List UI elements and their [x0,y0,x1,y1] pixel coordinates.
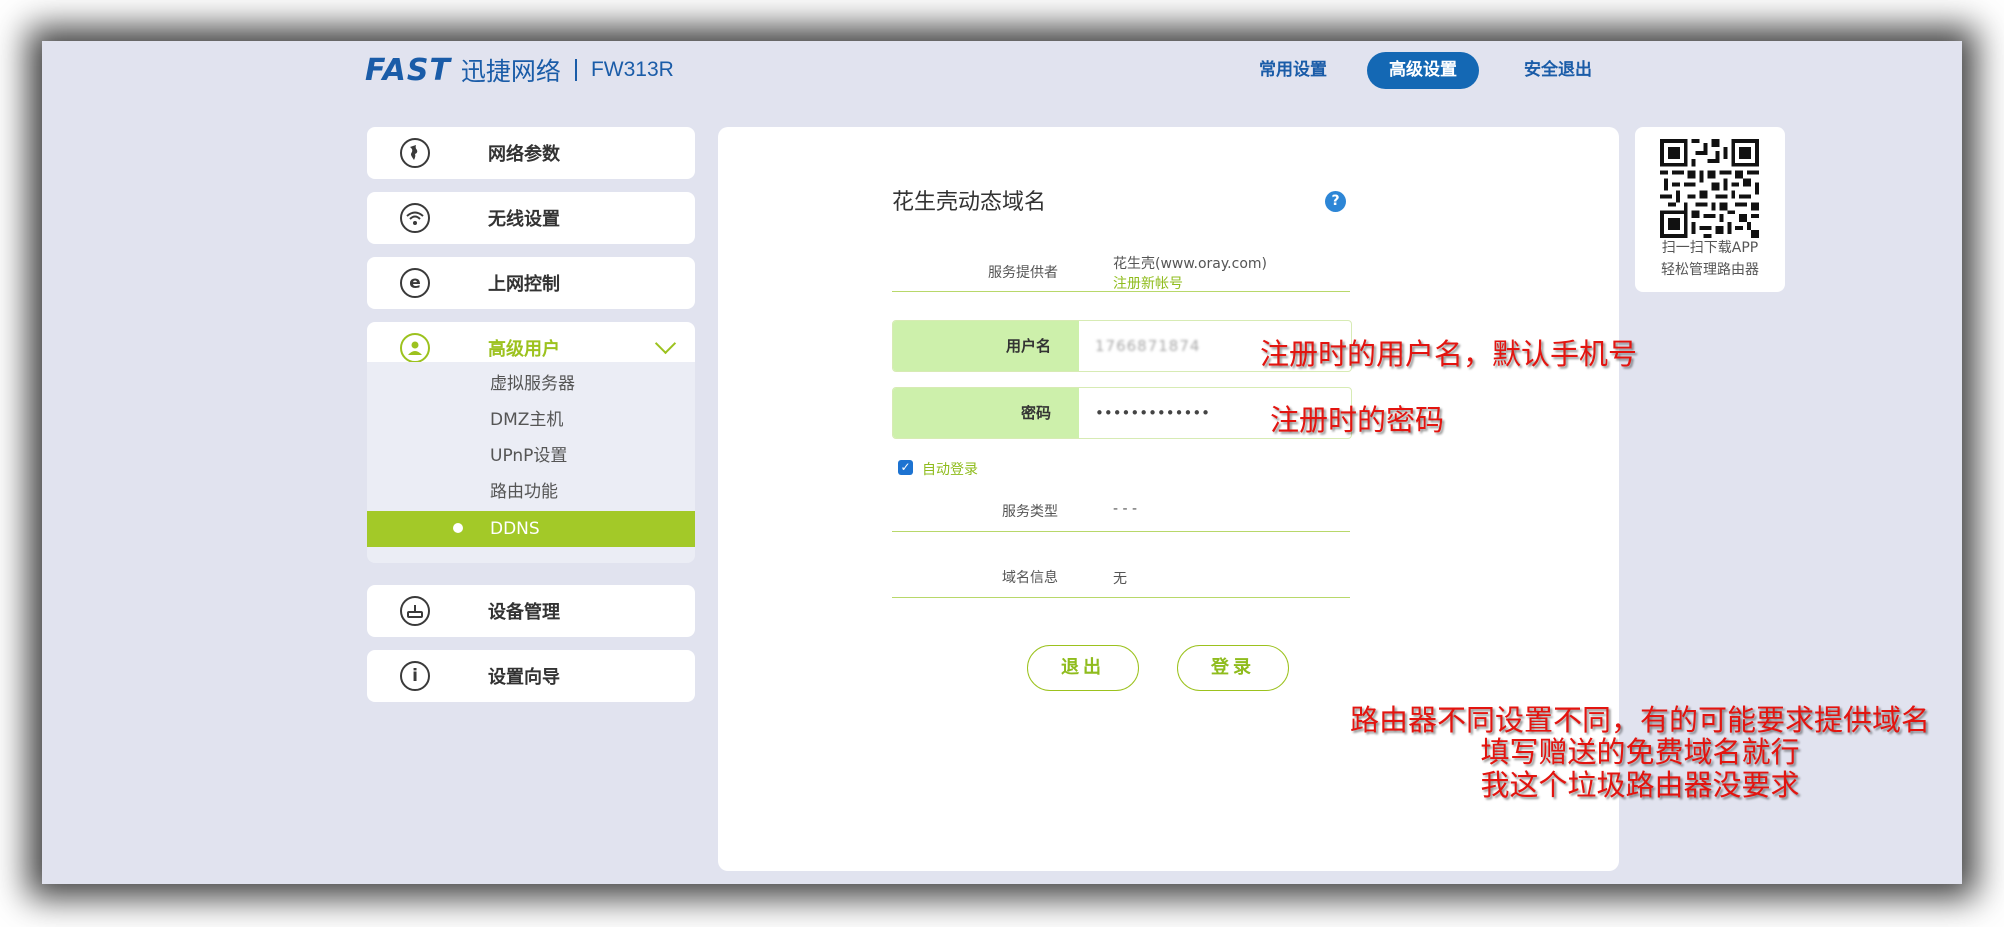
sidebar-item-label: 设备管理 [488,602,560,623]
sidebar-item-label: 高级用户 [488,339,560,360]
fast-logo: FAST 迅捷网络 FW313R [365,52,674,88]
divider [892,531,1350,532]
model-name: FW313R [590,58,674,81]
username-input[interactable]: 1766871874 [1095,321,1200,371]
auto-login-checkbox[interactable]: ✓ [898,460,913,475]
nav-common-settings[interactable]: 常用设置 [1237,52,1349,89]
sidebar-submenu: 虚拟服务器 DMZ主机 UPnP设置 路由功能 DDNS [367,362,695,563]
logo-cn: 迅捷网络 [460,57,561,86]
divider [892,597,1350,598]
sidebar-subitem-upnp[interactable]: UPnP设置 [367,439,695,473]
service-type-label: 服务类型 [1002,504,1058,520]
nav-advanced-settings[interactable]: 高级设置 [1367,52,1479,89]
router-admin-window: FAST 迅捷网络 FW313R 常用设置 高级设置 安全退出 网络参数 无线设… [42,41,1962,884]
qr-caption-line1: 扫一扫下载APP [1661,240,1759,256]
sidebar-item-label: 上网控制 [488,274,560,295]
info-icon: i [400,661,430,691]
page-title: 花生壳动态域名 [892,190,1047,215]
domain-info-label: 域名信息 [1002,570,1058,586]
sidebar-item-network[interactable]: 网络参数 [367,127,695,179]
wifi-icon [400,203,430,233]
sidebar-subitem-dmz[interactable]: DMZ主机 [367,403,695,437]
browser-e-icon: e [400,268,430,298]
qr-code-icon [1660,139,1759,238]
help-icon[interactable]: ? [1325,191,1346,212]
divider [892,291,1350,292]
active-dot-icon [453,523,463,533]
annotation-username: 注册时的用户名，默认手机号 [1260,337,1638,371]
logo-brand: FAST [365,52,451,88]
provider-value: 花生壳(www.oray.com) [1113,256,1267,272]
sidebar-item-label: 无线设置 [488,209,560,230]
sidebar-item-label: 网络参数 [488,144,560,165]
router-icon [400,596,430,626]
logout-button[interactable]: 退出 [1027,645,1139,691]
sidebar-subitem-virtual-server[interactable]: 虚拟服务器 [367,367,695,401]
service-type-value: - - - [1113,501,1138,517]
sidebar-item-label: 设置向导 [488,667,560,688]
password-label: 密码 [893,388,1079,438]
globe-icon [400,138,430,168]
logo-divider [574,59,577,81]
nav-logout[interactable]: 安全退出 [1502,52,1614,89]
auto-login-label[interactable]: 自动登录 [922,459,978,479]
qr-caption: 扫一扫下载APP 轻松管理路由器 [1635,237,1785,281]
annotation-password: 注册时的密码 [1270,403,1445,437]
qr-caption-line2: 轻松管理路由器 [1661,262,1759,278]
sidebar-subitem-routing[interactable]: 路由功能 [367,475,695,509]
chevron-down-icon [654,332,677,355]
domain-info-value: 无 [1113,571,1127,587]
sidebar-item-setup-wizard[interactable]: i 设置向导 [367,650,695,702]
login-button[interactable]: 登录 [1177,645,1289,691]
annotation-line3: 我这个垃圾路由器没要求 [1480,768,1800,802]
username-label: 用户名 [893,321,1079,371]
sidebar-item-access-control[interactable]: e 上网控制 [367,257,695,309]
sidebar-item-device-management[interactable]: 设备管理 [367,585,695,637]
password-input[interactable]: ••••••••••••• [1095,388,1210,438]
sidebar-subitem-ddns[interactable]: DDNS [367,511,695,547]
register-link[interactable]: 注册新帐号 [1113,273,1183,293]
user-icon [400,333,430,363]
sidebar-item-wireless[interactable]: 无线设置 [367,192,695,244]
provider-label: 服务提供者 [988,265,1058,281]
